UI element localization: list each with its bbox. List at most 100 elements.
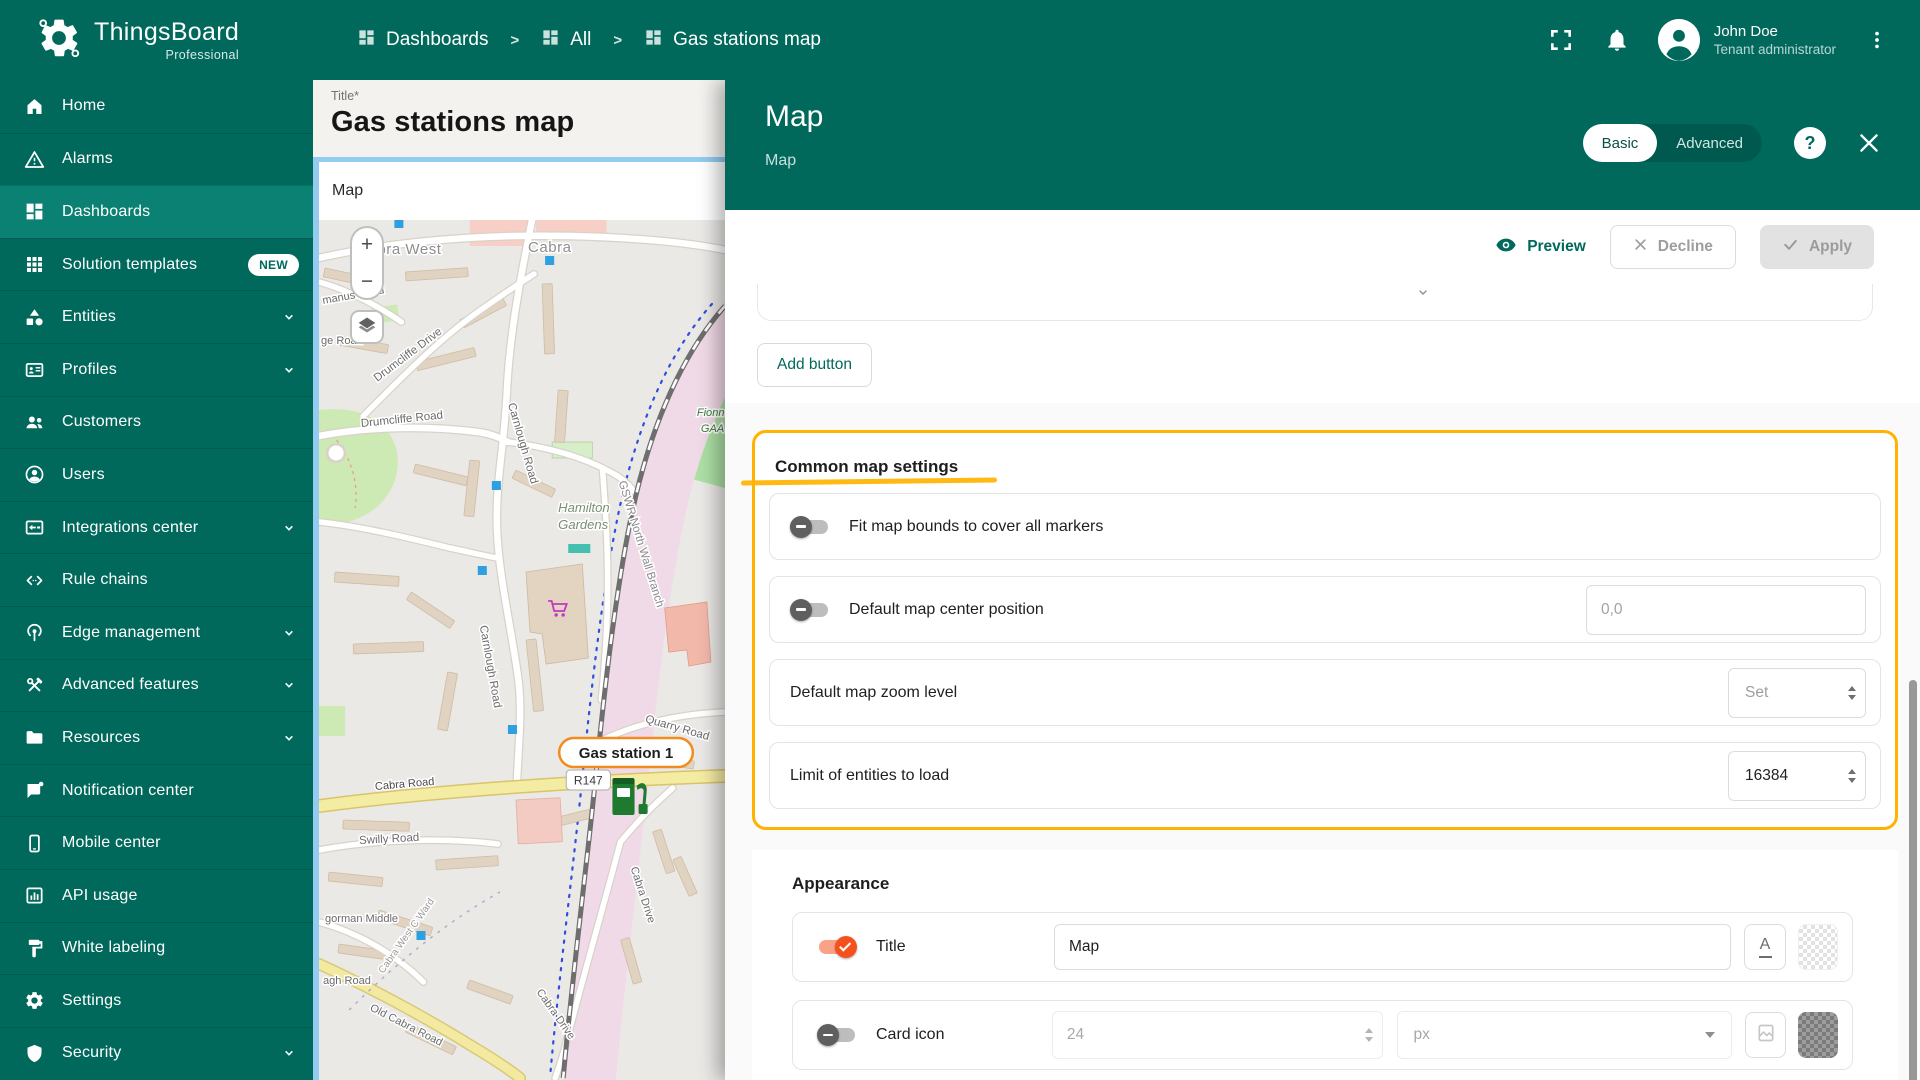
marker-tooltip[interactable]: Gas station 1 <box>557 736 695 769</box>
add-button[interactable]: Add button <box>757 343 872 387</box>
close-icon[interactable] <box>1856 130 1882 156</box>
entities-limit-stepper[interactable]: 16384 <box>1728 750 1866 801</box>
sidebar-item-customers[interactable]: Customers <box>0 395 313 449</box>
breadcrumb-separator: > <box>613 31 623 49</box>
sidebar-item-resources[interactable]: Resources <box>0 711 313 764</box>
map-widget[interactable]: Map Cabra West Cabra manus Road ge Road … <box>319 162 725 1080</box>
user-name: John Doe <box>1713 23 1778 40</box>
truncated-field-card <box>757 284 1873 321</box>
sidebar-item-alarms[interactable]: Alarms <box>0 132 313 186</box>
widget-title-input[interactable] <box>1054 924 1731 970</box>
preview-button[interactable]: Preview <box>1495 234 1586 261</box>
sidebar-item-security[interactable]: Security <box>0 1026 313 1080</box>
sidebar-item-settings[interactable]: Settings <box>0 974 313 1027</box>
sidebar-item-integrations-center[interactable]: Integrations center <box>0 500 313 554</box>
new-badge: NEW <box>248 253 299 276</box>
phone-icon <box>23 832 45 854</box>
dashboard-title: Gas stations map <box>331 106 575 138</box>
dashboard-grid-icon <box>541 28 560 53</box>
sidebar: Home Alarms Dashboards Solution template… <box>0 80 313 1080</box>
sidebar-item-label: Integrations center <box>62 518 199 536</box>
sidebar-item-mobile-center[interactable]: Mobile center <box>0 816 313 869</box>
card-icon-label: Card icon <box>876 1026 945 1043</box>
map-center-input[interactable] <box>1586 584 1866 635</box>
sidebar-item-solution-templates[interactable]: Solution templates NEW <box>0 237 313 291</box>
shield-icon <box>23 1042 45 1064</box>
sidebar-item-home[interactable]: Home <box>0 80 313 133</box>
user-avatar[interactable] <box>1657 19 1700 61</box>
tab-basic[interactable]: Basic <box>1582 124 1658 162</box>
sidebar-item-profiles[interactable]: Profiles <box>0 342 313 396</box>
bar-chart-box-icon <box>23 885 45 907</box>
breadcrumb-dashboards[interactable]: Dashboards <box>357 28 488 53</box>
chevron-down-icon <box>279 623 299 643</box>
sidebar-item-notification-center[interactable]: Notification center <box>0 763 313 817</box>
marker-tooltip-label: Gas station 1 <box>579 745 674 762</box>
breadcrumb-current[interactable]: Gas stations map <box>644 28 821 53</box>
apps-grid-icon <box>23 254 45 276</box>
decline-button[interactable]: Decline <box>1609 225 1736 269</box>
kebab-menu-icon[interactable] <box>1862 25 1892 55</box>
map-label: GAA <box>701 423 724 435</box>
thingsboard-logo-icon <box>36 15 82 66</box>
fit-bounds-toggle[interactable] <box>790 515 830 539</box>
home-icon <box>23 95 45 117</box>
icon-size-unit-value: px <box>1413 1026 1430 1043</box>
sidebar-item-edge-management[interactable]: Edge management <box>0 605 313 659</box>
dashboards-icon <box>23 201 45 223</box>
map-center-toggle[interactable] <box>790 598 830 622</box>
zoom-level-stepper[interactable]: Set <box>1728 667 1866 718</box>
eye-icon <box>1495 234 1517 261</box>
map-center-row: Default map center position <box>769 576 1881 643</box>
title-toggle[interactable] <box>817 935 857 959</box>
sidebar-item-entities[interactable]: Entities <box>0 290 313 343</box>
dashboard-title-field[interactable]: Title* Gas stations map <box>313 80 725 157</box>
sidebar-item-rule-chains[interactable]: Rule chains <box>0 553 313 606</box>
map-canvas[interactable]: Cabra West Cabra manus Road ge Road Drum… <box>319 220 725 1080</box>
icon-size-unit-select[interactable]: px <box>1396 1011 1732 1059</box>
widget-header: Map <box>319 162 725 220</box>
stepper-arrows-icon[interactable] <box>1848 685 1856 700</box>
sidebar-item-advanced-features[interactable]: Advanced features <box>0 658 313 712</box>
breadcrumb-label: All <box>570 29 592 50</box>
sidebar-item-users[interactable]: Users <box>0 448 313 501</box>
brand-edition: Professional <box>165 48 240 62</box>
panel-subtitle: Map <box>765 152 797 169</box>
sidebar-item-label: Resources <box>62 728 141 746</box>
sidebar-item-label: White labeling <box>62 939 166 957</box>
help-button[interactable]: ? <box>1794 127 1826 159</box>
icon-size-input[interactable]: 24 <box>1051 1011 1383 1059</box>
user-role: Tenant administrator <box>1713 42 1836 57</box>
tab-advanced[interactable]: Advanced <box>1657 124 1762 162</box>
breadcrumb-all[interactable]: All <box>541 28 591 53</box>
brand[interactable]: ThingsBoard Professional <box>0 15 313 66</box>
card-icon-toggle[interactable] <box>817 1023 857 1047</box>
notifications-bell-icon[interactable] <box>1602 25 1632 55</box>
road-ref-shield: R147 <box>565 769 611 791</box>
apply-button[interactable]: Apply <box>1759 225 1874 269</box>
sidebar-item-white-labeling[interactable]: White labeling <box>0 921 313 975</box>
map-layers-button[interactable] <box>350 310 384 344</box>
sidebar-item-api-usage[interactable]: API usage <box>0 868 313 922</box>
panel-scroll-top-section: Add button <box>725 284 1920 403</box>
card-icon-picker-button[interactable] <box>1744 1012 1787 1058</box>
title-color-swatch[interactable] <box>1798 924 1838 970</box>
common-map-settings-card: Common map settings Fit map bounds to co… <box>740 430 1898 830</box>
apply-label: Apply <box>1808 238 1852 255</box>
zoom-level-row: Default map zoom level Set <box>769 659 1881 726</box>
dashboard-edit-area: Title* Gas stations map Map Cabra West C… <box>313 80 725 1080</box>
title-font-settings-button[interactable]: A <box>1744 924 1786 970</box>
card-icon-color-swatch[interactable] <box>1798 1012 1838 1058</box>
stepper-arrows-icon[interactable] <box>1364 1028 1373 1042</box>
user-info[interactable]: John Doe Tenant administrator <box>1714 23 1836 57</box>
dropdown-caret-icon[interactable] <box>1415 284 1431 305</box>
sidebar-item-label: API usage <box>62 886 138 904</box>
zoom-in-button[interactable]: + <box>361 234 373 255</box>
fullscreen-icon[interactable] <box>1546 25 1576 55</box>
zoom-out-button[interactable]: − <box>361 271 373 292</box>
sidebar-item-dashboards[interactable]: Dashboards <box>0 185 313 238</box>
panel-toolbar: Preview Decline Apply <box>725 210 1920 284</box>
panel-scrollbar[interactable] <box>1909 680 1917 1080</box>
stepper-arrows-icon[interactable] <box>1848 768 1856 783</box>
title-row-label: Title <box>876 938 906 955</box>
